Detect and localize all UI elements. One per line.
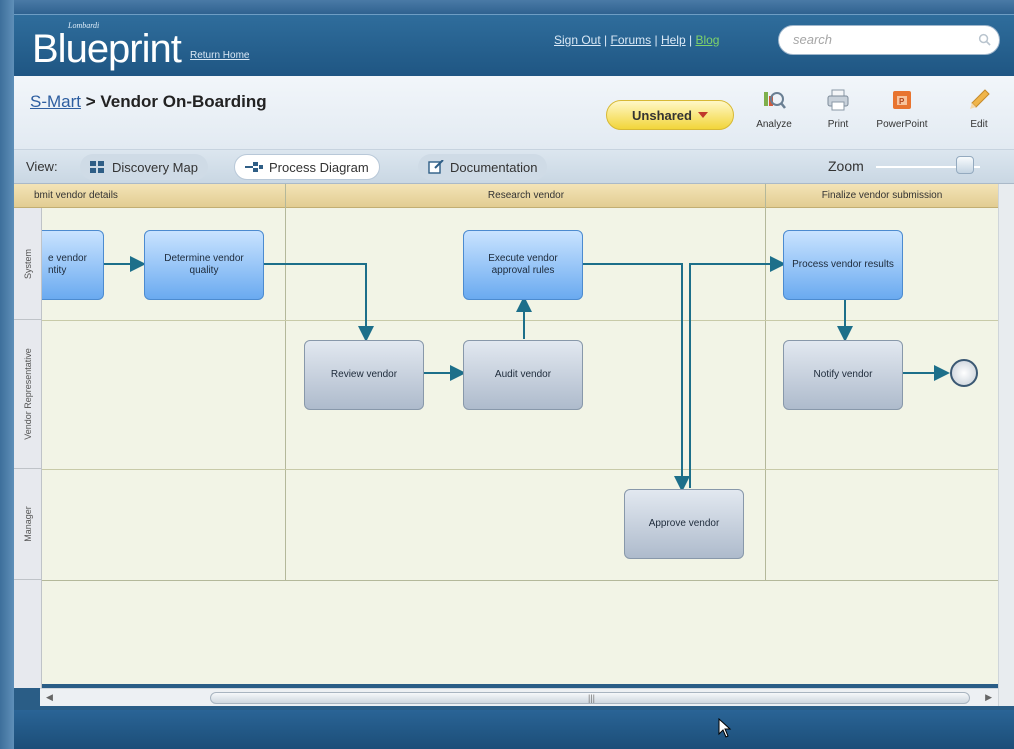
horizontal-scrollbar[interactable]: ◀ ||| ▶	[40, 688, 998, 706]
vertical-scrollbar[interactable]	[998, 184, 1014, 706]
task-create-vendor-entity[interactable]: e vendor ntity	[42, 230, 104, 300]
scroll-right-icon[interactable]: ▶	[985, 692, 992, 703]
task-review-vendor[interactable]: Review vendor	[304, 340, 424, 410]
connector	[263, 263, 374, 342]
mouse-cursor-icon	[718, 718, 732, 738]
task-notify-vendor[interactable]: Notify vendor	[783, 340, 903, 410]
end-event[interactable]	[950, 359, 978, 387]
connector	[583, 263, 690, 492]
scroll-left-icon[interactable]: ◀	[46, 692, 53, 703]
app-footer	[14, 710, 1014, 749]
task-audit-vendor[interactable]: Audit vendor	[463, 340, 583, 410]
task-determine-vendor-quality[interactable]: Determine vendor quality	[144, 230, 264, 300]
connector	[689, 256, 786, 488]
scrollbar-grip-icon: |||	[588, 693, 596, 703]
task-approve-vendor[interactable]: Approve vendor	[624, 489, 744, 559]
task-execute-vendor-approval-rules[interactable]: Execute vendor approval rules	[463, 230, 583, 300]
task-process-vendor-results[interactable]: Process vendor results	[783, 230, 903, 300]
